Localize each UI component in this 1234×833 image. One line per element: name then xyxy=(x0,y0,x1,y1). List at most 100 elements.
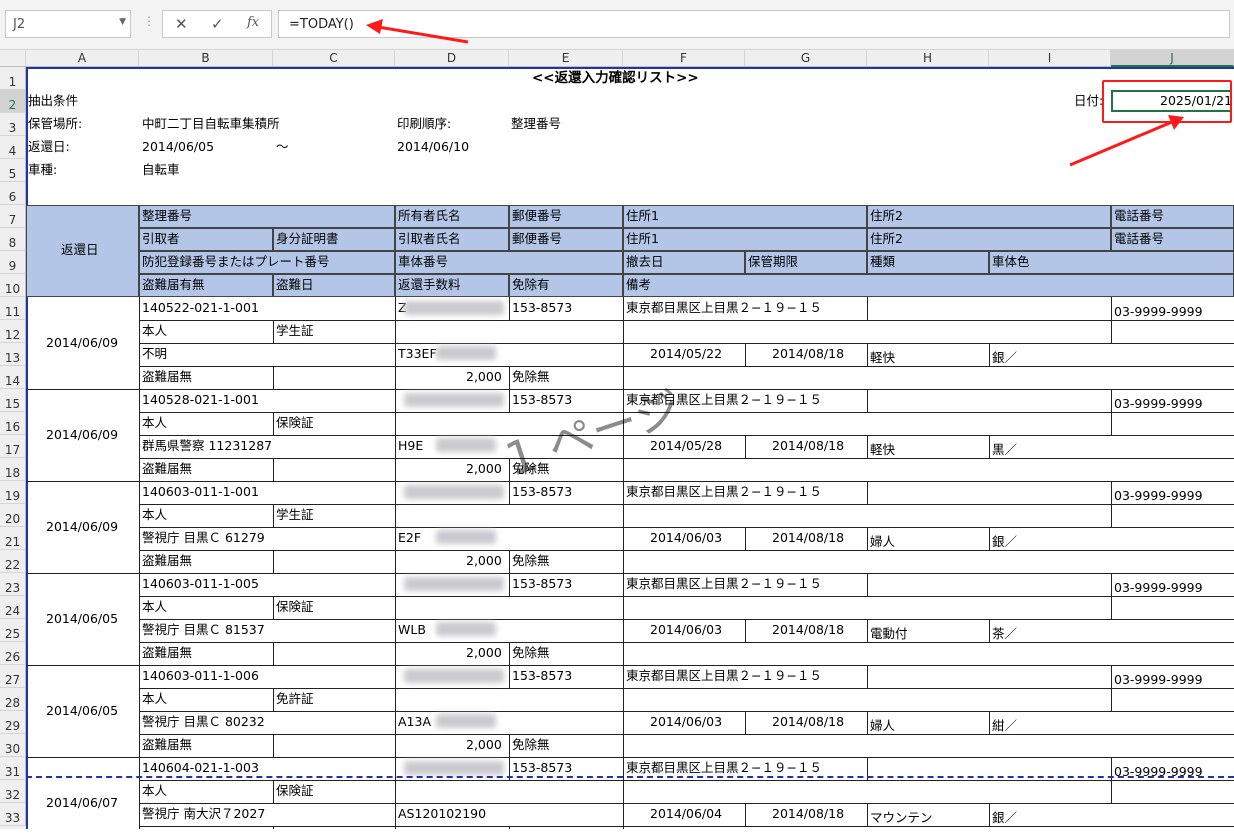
frame-cell[interactable]: A13A xyxy=(398,711,431,733)
kind-cell[interactable]: 軽快 xyxy=(870,347,895,369)
reg-cell[interactable]: 警視庁 目黒Ｃ 80232 xyxy=(142,711,265,733)
sheet-grid[interactable]: <<返還入力確認リスト>> 抽出条件 日付: 2025/01/21 保管場所: … xyxy=(26,67,1234,829)
idcard-cell[interactable]: 学生証 xyxy=(276,504,314,526)
column-header[interactable]: I xyxy=(989,50,1111,67)
fee-cell[interactable]: 2,000 xyxy=(466,734,502,756)
return-date-cell[interactable]: 2014/06/09 xyxy=(46,424,118,446)
row-header[interactable]: 17 xyxy=(0,435,26,458)
row-header[interactable]: 6 xyxy=(0,182,26,205)
taker-cell[interactable]: 本人 xyxy=(142,596,167,618)
address-cell[interactable]: 東京都目黒区上目黒２−１９−１５ xyxy=(626,297,822,319)
row-header[interactable]: 12 xyxy=(0,320,26,343)
limit-date-cell[interactable]: 2014/08/18 xyxy=(772,803,844,825)
fee-cell[interactable]: 2,000 xyxy=(466,642,502,664)
phone-cell[interactable]: 03-9999-9999 xyxy=(1114,669,1203,691)
theft-cell[interactable]: 盗難届無 xyxy=(142,734,192,756)
phone-cell[interactable]: 03-9999-9999 xyxy=(1114,761,1203,783)
row-header[interactable]: 1 xyxy=(0,67,26,90)
column-header[interactable]: H xyxy=(867,50,989,67)
reg-cell[interactable]: 群馬県警察 11231287 xyxy=(142,435,272,457)
phone-cell[interactable]: 03-9999-9999 xyxy=(1114,301,1203,323)
limit-date-cell[interactable]: 2014/08/18 xyxy=(772,619,844,641)
row-header[interactable]: 29 xyxy=(0,711,26,734)
column-header[interactable]: D xyxy=(395,50,509,67)
row-header[interactable]: 5 xyxy=(0,159,26,182)
fee-cell[interactable]: 2,000 xyxy=(466,458,502,480)
frame-cell[interactable]: T33EF xyxy=(398,343,437,365)
frame-cell[interactable]: E2F xyxy=(398,527,421,549)
phone-cell[interactable]: 03-9999-9999 xyxy=(1114,393,1203,415)
chevron-down-icon[interactable]: ▼ xyxy=(119,17,126,27)
frame-cell[interactable]: WLB xyxy=(398,619,426,641)
postal-cell[interactable]: 153-8573 xyxy=(512,573,572,595)
postal-cell[interactable]: 153-8573 xyxy=(512,297,572,319)
row-header[interactable]: 13 xyxy=(0,343,26,366)
row-header[interactable]: 14 xyxy=(0,366,26,389)
exempt-cell[interactable]: 免除無 xyxy=(512,734,550,756)
select-all-corner[interactable] xyxy=(0,50,26,67)
theft-cell[interactable]: 盗難届無 xyxy=(142,550,192,572)
row-header[interactable]: 22 xyxy=(0,550,26,573)
column-header[interactable]: F xyxy=(623,50,745,67)
kind-cell[interactable]: 電動付 xyxy=(870,623,908,645)
taker-cell[interactable]: 本人 xyxy=(142,320,167,342)
reg-cell[interactable]: 不明 xyxy=(142,343,167,365)
id-cell[interactable]: 140522-021-1-001 xyxy=(142,297,259,319)
phone-cell[interactable]: 03-9999-9999 xyxy=(1114,577,1203,599)
column-header[interactable]: E xyxy=(509,50,623,67)
reg-cell[interactable]: 警視庁 目黒Ｃ 61279 xyxy=(142,527,265,549)
exempt-cell[interactable]: 免除無 xyxy=(512,642,550,664)
row-header[interactable]: 25 xyxy=(0,619,26,642)
column-header[interactable]: G xyxy=(745,50,867,67)
row-header[interactable]: 9 xyxy=(0,251,26,274)
removed-date-cell[interactable]: 2014/06/03 xyxy=(650,711,722,733)
return-date-cell[interactable]: 2014/06/07 xyxy=(46,792,118,814)
color-cell[interactable]: 銀／ xyxy=(992,347,1017,369)
row-header[interactable]: 33 xyxy=(0,803,26,826)
row-header[interactable]: 30 xyxy=(0,734,26,757)
row-header[interactable]: 21 xyxy=(0,527,26,550)
phone-cell[interactable]: 03-9999-9999 xyxy=(1114,485,1203,507)
column-header[interactable]: B xyxy=(139,50,273,67)
return-date-cell[interactable]: 2014/06/05 xyxy=(46,608,118,630)
return-date-cell[interactable]: 2014/06/09 xyxy=(46,516,118,538)
row-header[interactable]: 18 xyxy=(0,458,26,481)
fee-cell[interactable]: 2,000 xyxy=(466,550,502,572)
address-cell[interactable]: 東京都目黒区上目黒２−１９−１５ xyxy=(626,573,822,595)
taker-cell[interactable]: 本人 xyxy=(142,688,167,710)
exempt-cell[interactable]: 免除無 xyxy=(512,366,550,388)
row-header[interactable]: 10 xyxy=(0,274,26,297)
color-cell[interactable]: 茶／ xyxy=(992,623,1017,645)
address-cell[interactable]: 東京都目黒区上目黒２−１９−１５ xyxy=(626,481,822,503)
column-header[interactable]: A xyxy=(26,50,139,67)
row-header[interactable]: 19 xyxy=(0,481,26,504)
limit-date-cell[interactable]: 2014/08/18 xyxy=(772,711,844,733)
row-header[interactable]: 24 xyxy=(0,596,26,619)
kind-cell[interactable]: 軽快 xyxy=(870,439,895,461)
row-header[interactable]: 7 xyxy=(0,205,26,228)
id-cell[interactable]: 140528-021-1-001 xyxy=(142,389,259,411)
row-header[interactable]: 3 xyxy=(0,113,26,136)
removed-date-cell[interactable]: 2014/06/03 xyxy=(650,527,722,549)
color-cell[interactable]: 黒／ xyxy=(992,439,1017,461)
cancel-icon[interactable]: ✕ xyxy=(175,15,188,33)
reg-cell[interactable]: 警視庁 目黒Ｃ 81537 xyxy=(142,619,265,641)
row-header[interactable]: 28 xyxy=(0,688,26,711)
id-cell[interactable]: 140603-011-1-005 xyxy=(142,573,259,595)
kind-cell[interactable]: 婦人 xyxy=(870,531,895,553)
column-header[interactable]: C xyxy=(273,50,395,67)
row-header[interactable]: 4 xyxy=(0,136,26,159)
row-header[interactable]: 20 xyxy=(0,504,26,527)
kind-cell[interactable]: マウンテン xyxy=(870,807,933,829)
removed-date-cell[interactable]: 2014/05/22 xyxy=(650,343,722,365)
column-header-selected[interactable]: J xyxy=(1111,50,1234,67)
frame-cell[interactable]: AS120102190 xyxy=(398,803,486,825)
return-date-cell[interactable]: 2014/06/09 xyxy=(46,332,118,354)
row-header[interactable]: 23 xyxy=(0,573,26,596)
idcard-cell[interactable]: 保険証 xyxy=(276,780,314,802)
taker-cell[interactable]: 本人 xyxy=(142,504,167,526)
row-header[interactable]: 15 xyxy=(0,389,26,412)
color-cell[interactable]: 銀／ xyxy=(992,531,1017,553)
theft-cell[interactable]: 盗難届無 xyxy=(142,642,192,664)
row-header[interactable]: 32 xyxy=(0,780,26,803)
